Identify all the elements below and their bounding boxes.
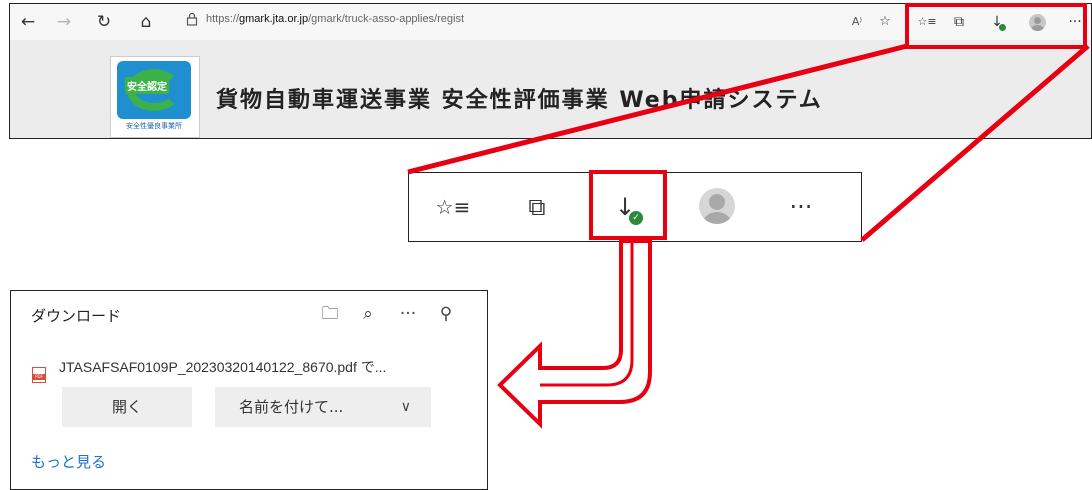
callout-arrow — [497, 239, 652, 429]
zoom-line-left — [407, 43, 908, 175]
callout-arrows — [407, 43, 1090, 429]
zoom-line-right — [860, 44, 1090, 242]
